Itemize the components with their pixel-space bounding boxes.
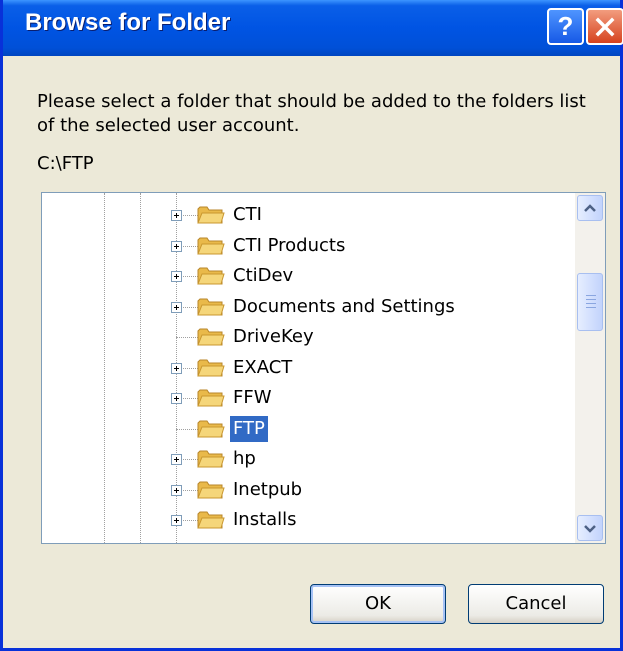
tree-item-documents-and-settings[interactable]: Documents and Settings	[42, 293, 572, 323]
tree-item-exact[interactable]: EXACT	[42, 354, 572, 384]
folder-icon	[197, 450, 225, 468]
tree-item-label: Documents and Settings	[233, 295, 455, 317]
thumb-grip-line	[586, 307, 596, 308]
folder-icon	[197, 389, 225, 407]
tree-item-installs[interactable]: Installs	[42, 506, 572, 536]
thumb-grip-line	[586, 295, 596, 296]
plus-box-icon[interactable]	[171, 301, 182, 313]
question-mark-icon: ?	[557, 11, 574, 41]
folder-icon	[197, 481, 225, 498]
tree-item-label: hp	[233, 448, 256, 469]
folder-icon	[197, 511, 225, 529]
window-title: Browse for Folder	[25, 9, 231, 36]
tree-item-label: FTP	[230, 415, 268, 442]
plus-box-icon[interactable]	[171, 393, 182, 404]
folder-icon	[197, 420, 225, 437]
tree-item-label: CtiDev	[233, 265, 294, 286]
ok-button[interactable]: OK	[310, 584, 446, 624]
folder-icon	[197, 237, 225, 254]
help-button[interactable]: ?	[547, 8, 584, 45]
tree-item-label: CTI Products	[233, 234, 346, 256]
tree-item-label: FFW	[233, 387, 272, 408]
tree-connector	[176, 337, 198, 338]
plus-box-icon[interactable]	[171, 240, 182, 252]
title-bar[interactable]: Browse for Folder ?	[3, 0, 623, 56]
folder-icon	[197, 328, 225, 346]
tree-item-ctidev[interactable]: CtiDev	[42, 262, 572, 292]
tree-item-cti-products[interactable]: CTI Products	[42, 232, 572, 262]
cancel-button[interactable]: Cancel	[468, 584, 604, 624]
tree-connector	[176, 428, 198, 430]
browse-for-folder-dialog: Browse for Folder ? Please select a fold…	[0, 0, 623, 651]
folder-tree[interactable]: CTI CTI Products CtiDev Documents and Setti…	[41, 192, 606, 544]
tree-item-label: EXACT	[233, 356, 293, 378]
tree-item-label: Inetpub	[233, 478, 303, 500]
scroll-down-button[interactable]	[577, 515, 603, 541]
scroll-thumb[interactable]	[577, 273, 603, 331]
tree-item-ffw[interactable]: FFW	[42, 384, 572, 414]
tree-item-label: DriveKey	[233, 326, 314, 347]
tree-item-label: Installs	[233, 509, 297, 530]
close-button[interactable]	[586, 8, 623, 45]
chevron-down-icon	[584, 525, 596, 533]
tree-item-cti[interactable]: CTI	[42, 201, 572, 231]
chevron-up-icon	[584, 204, 596, 212]
plus-box-icon[interactable]	[171, 362, 182, 374]
close-icon	[595, 17, 615, 37]
plus-box-icon[interactable]	[171, 271, 182, 282]
folder-icon	[197, 206, 225, 224]
plus-box-icon[interactable]	[171, 484, 182, 496]
folder-icon	[197, 298, 225, 315]
dialog-description: Please select a folder that should be ad…	[37, 91, 586, 136]
scroll-up-button[interactable]	[577, 195, 603, 221]
vertical-scrollbar[interactable]	[575, 193, 605, 543]
folder-icon	[197, 359, 225, 376]
plus-box-icon[interactable]	[171, 454, 182, 465]
selected-path: C:\FTP	[37, 153, 94, 174]
plus-box-icon[interactable]	[171, 210, 182, 221]
tree-item-inetpub[interactable]: Inetpub	[42, 476, 572, 506]
thumb-grip-line	[586, 299, 596, 300]
tree-item-drivekey[interactable]: DriveKey	[42, 323, 572, 353]
folder-icon	[197, 267, 225, 285]
tree-item-hp[interactable]: hp	[42, 445, 572, 475]
thumb-grip-line	[586, 303, 596, 304]
tree-item-ftp[interactable]: FTP	[42, 415, 572, 445]
tree-item-label: CTI	[233, 204, 262, 225]
plus-box-icon[interactable]	[171, 515, 182, 526]
